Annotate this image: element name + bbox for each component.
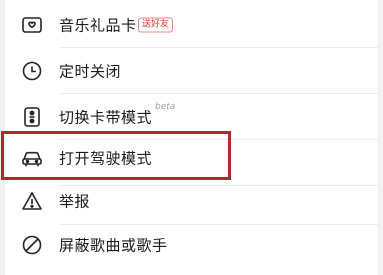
menu-item-driving-mode[interactable]: 打开驾驶模式 <box>5 135 378 180</box>
beta-tag: beta <box>155 102 176 112</box>
menu-item-cassette-mode[interactable]: 切换卡带模式 beta <box>5 94 378 139</box>
block-icon <box>21 234 43 256</box>
menu-item-sleep-timer[interactable]: 定时关闭 <box>5 48 378 93</box>
menu-item-music-gift-card[interactable]: 音乐礼品卡 送好友 <box>5 2 378 47</box>
send-friend-badge: 送好友 <box>138 17 174 32</box>
cassette-icon <box>21 106 43 128</box>
car-icon <box>21 147 43 169</box>
menu-item-label: 打开驾驶模式 <box>59 149 153 167</box>
clock-icon <box>21 60 43 82</box>
menu-item-label: 切换卡带模式 <box>59 108 153 126</box>
more-options-sheet: 音乐礼品卡 送好友 定时关闭 切换卡带模式 beta 打开驾驶模式 举报 屏蔽歌… <box>5 0 378 275</box>
menu-item-label: 举报 <box>59 192 91 210</box>
warning-icon <box>21 190 43 212</box>
menu-item-report[interactable]: 举报 <box>5 178 378 223</box>
menu-item-label: 屏蔽歌曲或歌手 <box>59 236 168 254</box>
menu-item-label: 定时关闭 <box>59 62 122 80</box>
menu-item-label: 音乐礼品卡 <box>59 16 137 34</box>
menu-item-block[interactable]: 屏蔽歌曲或歌手 <box>5 222 378 267</box>
gift-card-icon <box>21 14 43 36</box>
